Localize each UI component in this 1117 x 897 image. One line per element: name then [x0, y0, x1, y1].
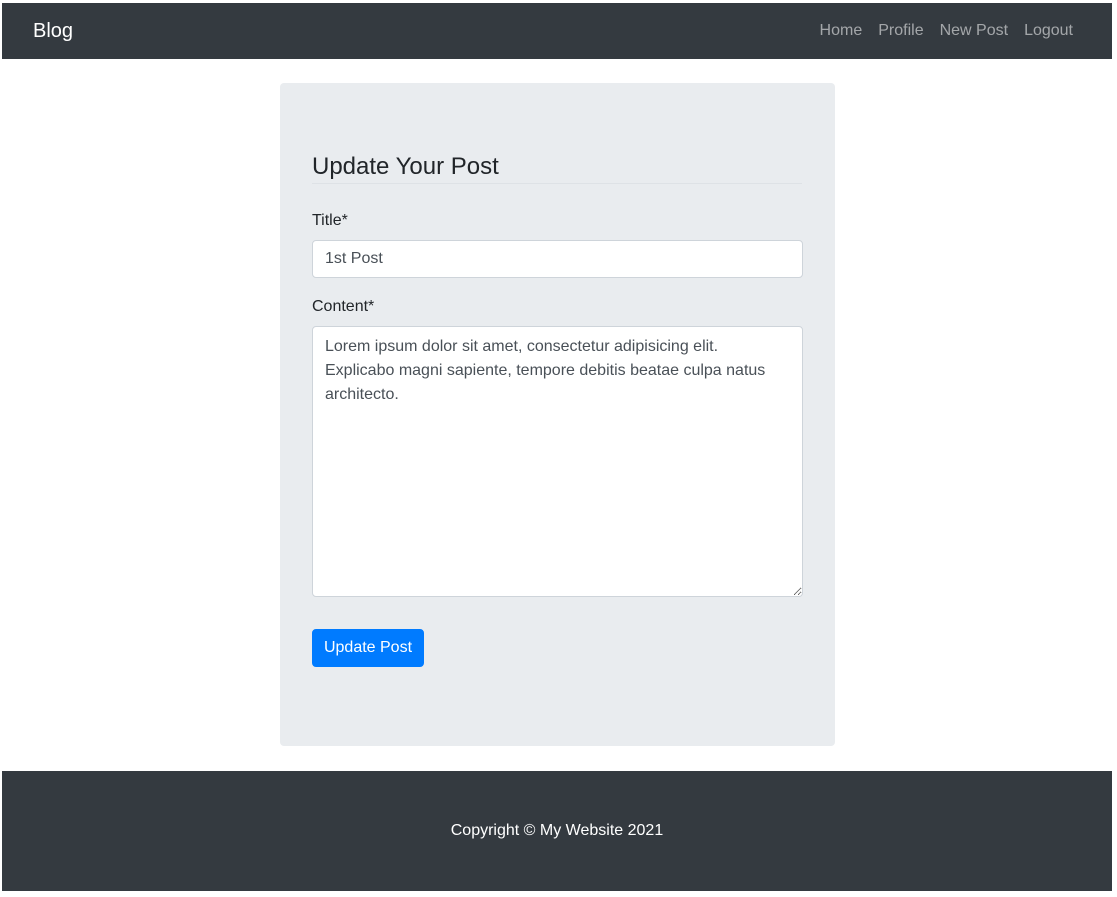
update-post-button[interactable]: Update Post: [312, 629, 424, 667]
nav-link-home[interactable]: Home: [812, 22, 871, 40]
copyright-text: Copyright © My Website 2021: [450, 822, 664, 839]
nav-link-profile[interactable]: Profile: [870, 22, 931, 40]
content-label: Content*: [312, 298, 375, 315]
title-label: Title*: [312, 212, 348, 229]
footer: Copyright © My Website 2021: [2, 771, 1112, 891]
update-post-card: Update Your Post Title* Content* Lorem i…: [280, 83, 835, 746]
title-input[interactable]: [312, 240, 803, 278]
nav-link-new-post[interactable]: New Post: [932, 22, 1016, 40]
content-textarea[interactable]: Lorem ipsum dolor sit amet, consectetur …: [312, 326, 803, 597]
brand-link[interactable]: Blog: [33, 3, 73, 59]
top-navbar: Blog Home Profile New Post Logout: [2, 3, 1112, 59]
form-legend: Update Your Post: [312, 151, 802, 184]
nav-link-logout[interactable]: Logout: [1016, 22, 1073, 40]
nav-links: Home Profile New Post Logout: [812, 3, 1073, 59]
